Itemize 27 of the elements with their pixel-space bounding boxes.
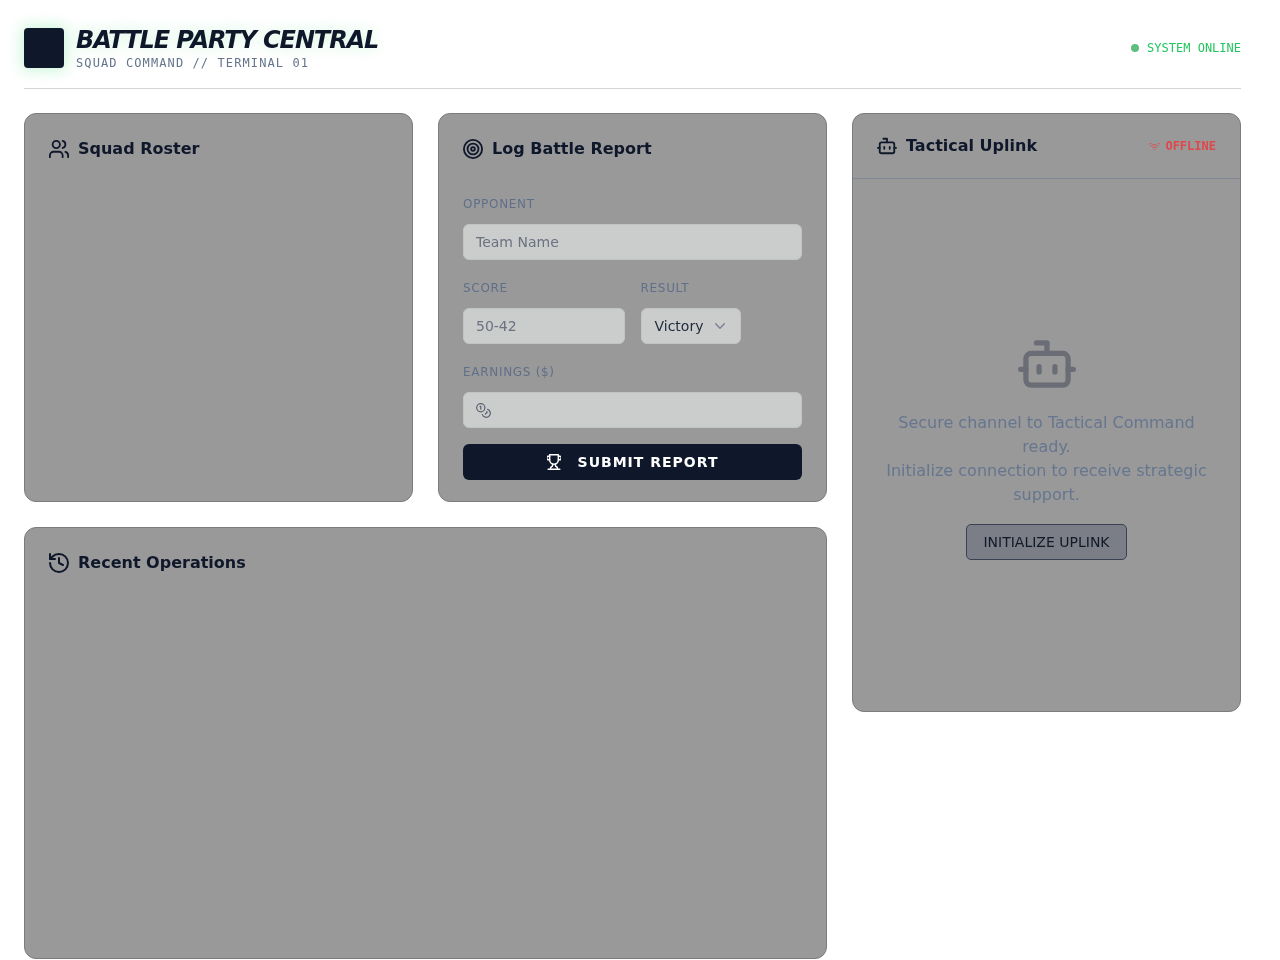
app-title: BATTLE PARTY CENTRAL: [76, 25, 379, 55]
trophy-icon: [546, 454, 561, 470]
field-label: SCORE: [463, 280, 509, 296]
field-label: EARNINGS ($): [463, 364, 556, 380]
card-title: Squad Roster: [78, 138, 200, 160]
earnings-field[interactable]: [463, 392, 802, 428]
result-select[interactable]: Victory: [640, 308, 742, 344]
field-label: OPPONENT: [463, 196, 536, 212]
logo-icon: [24, 28, 64, 68]
history-icon: [49, 553, 69, 573]
card-title: Recent Operations: [78, 552, 246, 574]
card-title: Log Battle Report: [492, 138, 652, 160]
initialize-uplink-button[interactable]: INITIALIZE UPLINK: [966, 524, 1127, 560]
coins-icon: [476, 402, 491, 418]
robot-icon: [877, 136, 897, 156]
status-label: SYSTEM ONLINE: [1147, 40, 1241, 56]
text-field[interactable]: Team Name: [463, 224, 802, 260]
submit-button[interactable]: SUBMIT REPORT: [463, 444, 802, 480]
users-icon: [49, 139, 69, 159]
target-icon: [463, 139, 483, 159]
text-field[interactable]: 50-42: [463, 308, 625, 344]
connection-status: OFFLINE: [1165, 138, 1216, 154]
app-subtitle: SQUAD COMMAND // TERMINAL 01: [76, 55, 311, 71]
field-label: RESULT: [640, 280, 691, 296]
card-title: Tactical Uplink: [906, 135, 1038, 157]
robot-icon: [1017, 340, 1076, 388]
chevron-down-icon: [715, 323, 726, 329]
